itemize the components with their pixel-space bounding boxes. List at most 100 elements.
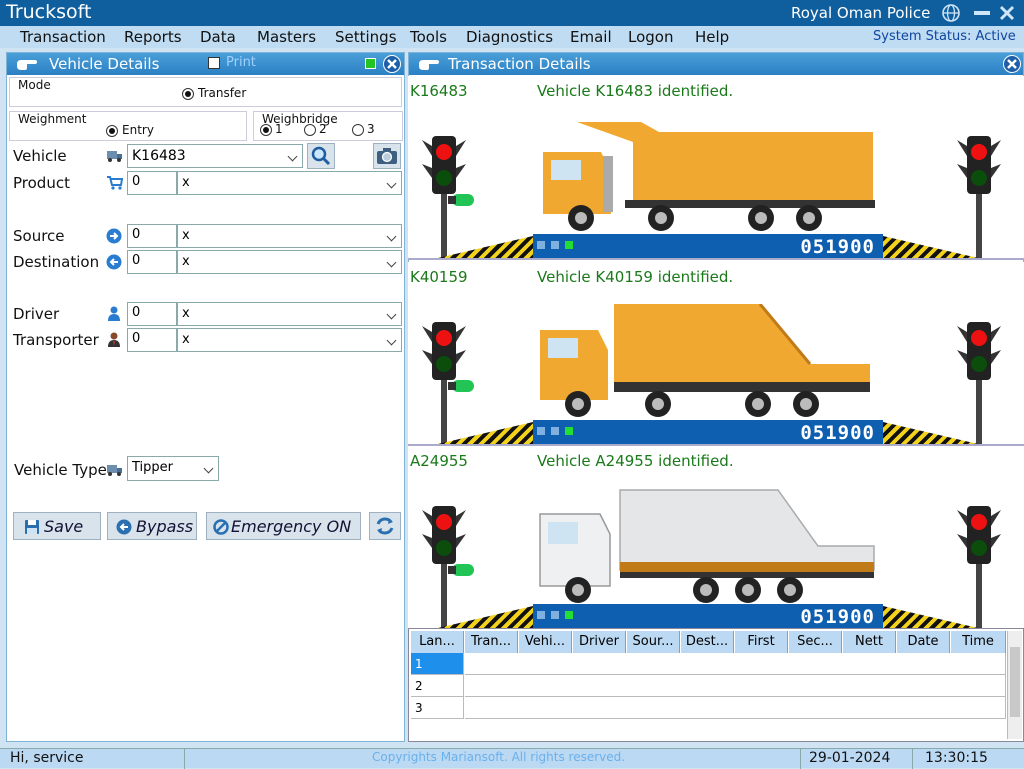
lane-2: K40159 Vehicle K40159 identified. 051900	[408, 262, 1024, 446]
product-name-value: x	[182, 175, 190, 190]
grid-header-lane[interactable]: Lan...	[411, 631, 464, 653]
destination-code-input[interactable]: 0	[127, 250, 177, 274]
menu-tools[interactable]: Tools	[410, 28, 447, 46]
mode-transfer-radio[interactable]	[182, 88, 194, 100]
vehicle-type-label: Vehicle Type	[14, 461, 107, 479]
product-combobox[interactable]: x	[177, 171, 402, 195]
system-status: System Status: Active	[873, 29, 1016, 44]
search-icon	[311, 146, 331, 166]
grid-header-date[interactable]: Date	[897, 631, 950, 653]
destination-label: Destination	[13, 253, 100, 271]
close-icon	[1007, 59, 1017, 69]
chevron-down-icon	[287, 151, 298, 162]
driver-code-input[interactable]: 0	[127, 302, 177, 326]
chevron-down-icon	[386, 335, 397, 346]
weighment-entry-radio[interactable]	[106, 125, 118, 137]
traffic-light-right-icon	[957, 322, 1001, 444]
compactor-truck-orange-icon	[540, 304, 870, 417]
grid-row-3-cell[interactable]: 3	[411, 697, 464, 719]
status-time: 13:30:15	[925, 750, 988, 766]
vehicle-panel-close-button[interactable]	[383, 55, 401, 73]
transaction-panel-close-button[interactable]	[1003, 55, 1021, 73]
camera-button[interactable]	[373, 143, 401, 169]
weighbridge-2-radio[interactable]	[304, 124, 316, 136]
transporter-combobox[interactable]: x	[177, 328, 402, 352]
weight-reading: 051900	[800, 422, 875, 444]
grid-header-first[interactable]: First	[735, 631, 788, 653]
driver-combobox[interactable]: x	[177, 302, 402, 326]
menu-settings[interactable]: Settings	[335, 28, 397, 46]
emergency-button[interactable]: Emergency ON	[206, 512, 361, 540]
lane-vehicle-id: K16483	[410, 82, 468, 100]
vehicle-type-combobox[interactable]: Tipper	[127, 456, 219, 481]
source-combobox[interactable]: x	[177, 224, 402, 248]
chevron-down-icon	[386, 231, 397, 242]
title-bar: Trucksoft Royal Oman Police	[0, 0, 1024, 26]
grid-header-time[interactable]: Time	[951, 631, 1006, 653]
vehicle-label: Vehicle	[13, 147, 67, 165]
weighbridge-3-radio[interactable]	[352, 124, 364, 136]
destination-combobox[interactable]: x	[177, 250, 402, 274]
grid-header-driver[interactable]: Driver	[573, 631, 626, 653]
weighbridge-2-label: 2	[319, 122, 327, 136]
globe-icon[interactable]	[941, 3, 961, 23]
lane-message: Vehicle A24955 identified.	[537, 452, 734, 470]
menu-logon[interactable]: Logon	[628, 28, 673, 46]
grid-row-1-cell[interactable]: 1	[411, 653, 464, 675]
print-checkbox[interactable]	[208, 57, 220, 69]
traffic-light-left-icon	[422, 136, 474, 258]
grid-row-3[interactable]	[465, 697, 1006, 719]
menu-help[interactable]: Help	[695, 28, 729, 46]
source-code-input[interactable]: 0	[127, 224, 177, 248]
weighbridge-1-radio[interactable]	[260, 124, 272, 136]
grid-row-2-cell[interactable]: 2	[411, 675, 464, 697]
lane-vehicle-id: K40159	[410, 268, 468, 286]
save-button[interactable]: Save	[13, 512, 101, 540]
menu-reports[interactable]: Reports	[124, 28, 182, 46]
grid-header-second[interactable]: Sec...	[789, 631, 842, 653]
grid-header-nett[interactable]: Nett	[843, 631, 896, 653]
status-indicator	[365, 58, 376, 69]
source-name-value: x	[182, 228, 190, 243]
arrow-right-circle-icon	[106, 228, 122, 244]
grid-header-destination[interactable]: Dest...	[681, 631, 734, 653]
grid-vertical-scrollbar[interactable]	[1007, 631, 1022, 739]
transaction-panel-header: Transaction Details	[409, 53, 1023, 75]
compactor-truck-white-icon	[539, 489, 875, 603]
lane-3: A24955 Vehicle A24955 identified. 051900	[408, 446, 1024, 630]
vehicle-combobox[interactable]: K16483	[127, 144, 303, 168]
bypass-button[interactable]: Bypass	[107, 512, 197, 540]
refresh-button[interactable]	[369, 512, 401, 540]
menu-masters[interactable]: Masters	[257, 28, 316, 46]
menu-transaction[interactable]: Transaction	[20, 28, 106, 46]
menu-email[interactable]: Email	[570, 28, 612, 46]
product-code-input[interactable]: 0	[127, 171, 177, 195]
lane-vehicle-id: A24955	[410, 452, 468, 470]
emergency-label: Emergency ON	[231, 517, 352, 536]
traffic-light-left-icon	[422, 322, 474, 444]
traffic-light-left-icon	[422, 506, 474, 628]
menu-data[interactable]: Data	[200, 28, 236, 46]
weighbridge-group: Weighbridge 1 2 3	[253, 111, 403, 141]
pointing-hand-icon	[419, 60, 439, 70]
vehicle-type-value: Tipper	[132, 460, 173, 475]
close-icon	[387, 59, 397, 69]
weighment-group: Weighment Entry	[9, 111, 247, 141]
weighbridge-scale: 051900	[533, 420, 883, 444]
app-title: Trucksoft	[6, 1, 92, 23]
grid-header-source[interactable]: Sour...	[627, 631, 680, 653]
minimize-icon[interactable]	[972, 3, 992, 23]
grid-row-1[interactable]	[465, 653, 1006, 675]
grid-row-2[interactable]	[465, 675, 1006, 697]
transporter-code-input[interactable]: 0	[127, 328, 177, 352]
arrow-left-circle-icon	[106, 254, 122, 270]
floppy-disk-icon	[25, 520, 39, 534]
search-vehicle-button[interactable]	[307, 143, 335, 169]
lane-1: K16483 Vehicle K16483 identified. 051900	[408, 76, 1024, 260]
menu-diagnostics[interactable]: Diagnostics	[466, 28, 553, 46]
transaction-panel-title: Transaction Details	[448, 55, 591, 73]
close-icon[interactable]	[997, 3, 1017, 23]
scrollbar-thumb[interactable]	[1010, 647, 1020, 717]
grid-header-vehicle[interactable]: Vehi...	[519, 631, 572, 653]
grid-header-transaction[interactable]: Tran...	[465, 631, 518, 653]
